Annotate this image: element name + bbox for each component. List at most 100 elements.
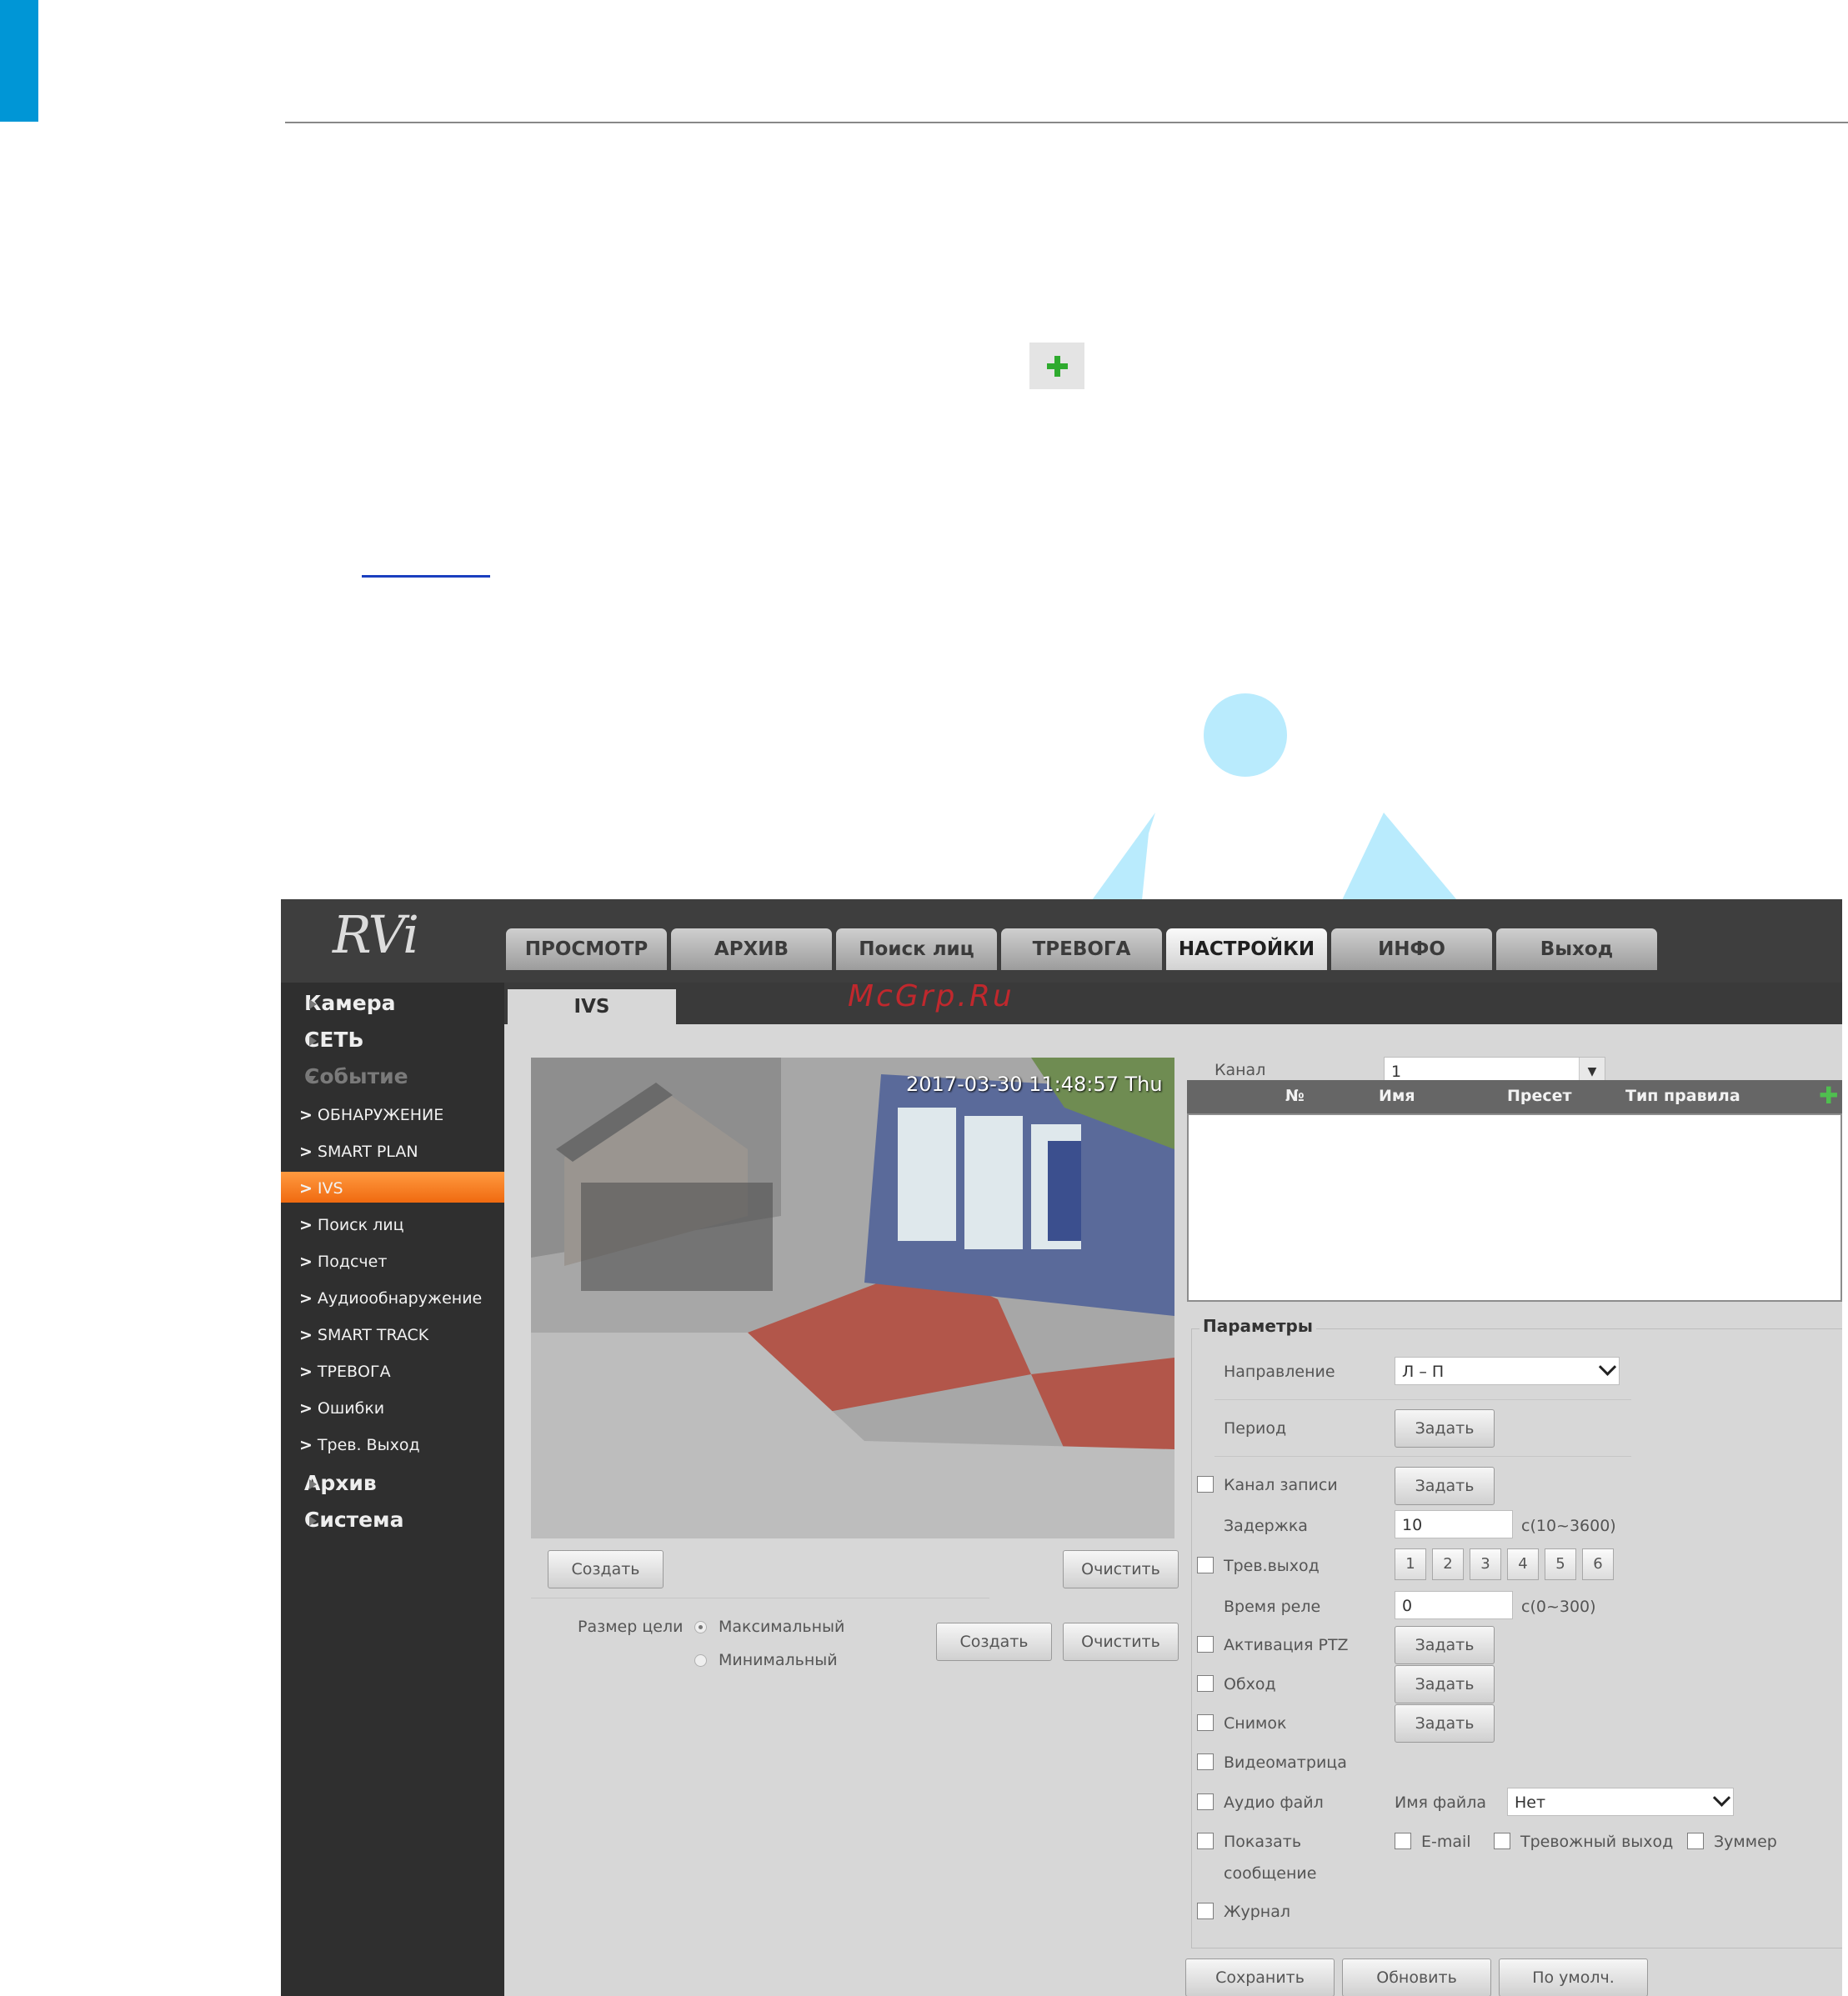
- chevron-right-icon: >: [299, 1106, 313, 1124]
- sidebar-network[interactable]: СЕТЬ: [304, 1028, 364, 1052]
- log-label: Журнал: [1224, 1903, 1290, 1921]
- alarm-out-1-button[interactable]: 1: [1395, 1548, 1426, 1580]
- clear-target-button[interactable]: Очистить: [1063, 1623, 1179, 1661]
- top-bar: RVi ПРОСМОТР АРХИВ Поиск лиц ТРЕВОГА НАС…: [281, 899, 1842, 983]
- column-preset: Пресет: [1507, 1087, 1572, 1105]
- channel-label: Канал: [1214, 1061, 1266, 1079]
- email-checkbox[interactable]: [1395, 1833, 1411, 1849]
- column-name: Имя: [1379, 1087, 1415, 1105]
- relay-time-range: с(0~300): [1521, 1598, 1596, 1616]
- sidebar-item-label: Подсчет: [317, 1253, 388, 1271]
- relay-time-input[interactable]: 0: [1395, 1591, 1513, 1619]
- sidebar-item-counting[interactable]: > Подсчет: [299, 1253, 387, 1271]
- sidebar-item-detection[interactable]: > ОБНАРУЖЕНИЕ: [299, 1106, 443, 1124]
- email-label: E-mail: [1421, 1833, 1471, 1851]
- rvi-logo: RVi: [333, 904, 419, 965]
- show-message-label-line2: сообщение: [1224, 1864, 1317, 1883]
- alarm-out-6-button[interactable]: 6: [1582, 1548, 1614, 1580]
- alarm-out-label: Трев.выход: [1224, 1557, 1320, 1575]
- sidebar-archive[interactable]: Архив: [304, 1471, 377, 1495]
- sidebar-item-label: IVS: [317, 1179, 343, 1198]
- sidebar: Камера СЕТЬ Событие > ОБНАРУЖЕНИЕ > SMART …: [281, 983, 504, 1996]
- video-preview[interactable]: 2017-03-30 11:48:57 Thu: [531, 1058, 1174, 1538]
- period-set-button[interactable]: Задать: [1395, 1409, 1495, 1448]
- nav-tab-face-search[interactable]: Поиск лиц: [836, 928, 997, 970]
- sidebar-camera-label: Камера: [304, 991, 396, 1015]
- show-message-checkbox[interactable]: [1197, 1833, 1214, 1849]
- record-channel-set-button[interactable]: Задать: [1395, 1467, 1495, 1505]
- camera-scene: [531, 1058, 1174, 1538]
- column-number: №: [1285, 1087, 1305, 1105]
- default-button[interactable]: По умолч.: [1499, 1958, 1648, 1996]
- chevron-right-icon: >: [299, 1179, 313, 1198]
- sidebar-item-label: SMART PLAN: [317, 1143, 418, 1161]
- alarm-out-3-button[interactable]: 3: [1470, 1548, 1501, 1580]
- chevron-right-icon: >: [299, 1216, 313, 1234]
- delay-input[interactable]: 10: [1395, 1510, 1513, 1538]
- sidebar-item-face-search[interactable]: > Поиск лиц: [299, 1216, 404, 1234]
- header-rule: [285, 122, 1848, 123]
- alarm-out-4-button[interactable]: 4: [1507, 1548, 1539, 1580]
- decorative-figure: [1092, 813, 1457, 900]
- alarm-out-checkbox[interactable]: [1197, 1557, 1214, 1573]
- file-name-label: Имя файла: [1395, 1793, 1487, 1812]
- expand-arrow-icon: [309, 1516, 317, 1526]
- sidebar-system[interactable]: Система: [304, 1508, 403, 1532]
- nav-tab-logout[interactable]: Выход: [1496, 928, 1657, 970]
- create-button[interactable]: Создать: [548, 1550, 664, 1588]
- chevron-right-icon: >: [299, 1289, 313, 1308]
- sidebar-system-label: Система: [304, 1508, 404, 1532]
- alarm-out-5-button[interactable]: 5: [1545, 1548, 1576, 1580]
- refresh-button[interactable]: Обновить: [1342, 1958, 1491, 1996]
- tour-checkbox[interactable]: [1197, 1675, 1214, 1692]
- divider: [1214, 1456, 1631, 1457]
- record-channel-label: Канал записи: [1224, 1476, 1338, 1494]
- audio-file-checkbox[interactable]: [1197, 1793, 1214, 1810]
- sidebar-event[interactable]: Событие: [304, 1064, 408, 1088]
- rules-table-header: № Имя Пресет Тип правила ✚: [1187, 1080, 1842, 1113]
- nav-tab-view[interactable]: ПРОСМОТР: [506, 928, 667, 970]
- expand-arrow-icon: [309, 1479, 317, 1489]
- log-checkbox[interactable]: [1197, 1903, 1214, 1919]
- sidebar-item-label: Аудиообнаружение: [317, 1289, 483, 1308]
- sidebar-item-audio-detection[interactable]: > Аудиообнаружение: [299, 1289, 482, 1308]
- alarm-output-checkbox[interactable]: [1494, 1833, 1510, 1849]
- video-matrix-checkbox[interactable]: [1197, 1753, 1214, 1770]
- sidebar-item-alarm[interactable]: > ТРЕВОГА: [299, 1363, 391, 1381]
- sidebar-item-errors[interactable]: > Ошибки: [299, 1399, 384, 1418]
- show-message-label: Показать: [1224, 1833, 1302, 1851]
- channel-value: 1: [1391, 1063, 1402, 1081]
- tour-set-button[interactable]: Задать: [1395, 1665, 1495, 1703]
- relay-time-label: Время реле: [1224, 1598, 1321, 1616]
- hyperlink-underline[interactable]: [362, 575, 490, 578]
- direction-select[interactable]: Л – П: [1395, 1357, 1620, 1385]
- chevron-down-icon: [1712, 1788, 1731, 1807]
- clear-button[interactable]: Очистить: [1063, 1550, 1179, 1588]
- sidebar-item-alarm-output[interactable]: > Трев. Выход: [299, 1436, 420, 1454]
- create-target-button[interactable]: Создать: [936, 1623, 1052, 1661]
- target-size-min-radio[interactable]: [694, 1654, 707, 1667]
- file-name-select[interactable]: Нет: [1507, 1788, 1734, 1816]
- sidebar-camera[interactable]: Камера: [304, 991, 395, 1015]
- page-accent-bar: [0, 0, 38, 122]
- nav-tab-archive[interactable]: АРХИВ: [671, 928, 832, 970]
- sidebar-item-smart-plan[interactable]: > SMART PLAN: [299, 1143, 418, 1161]
- ptz-set-button[interactable]: Задать: [1395, 1626, 1495, 1664]
- dvr-screenshot: RVi ПРОСМОТР АРХИВ Поиск лиц ТРЕВОГА НАС…: [281, 899, 1842, 1996]
- tab-ivs[interactable]: IVS: [508, 989, 676, 1024]
- nav-tab-alarm[interactable]: ТРЕВОГА: [1001, 928, 1162, 970]
- sidebar-item-ivs[interactable]: > IVS: [299, 1179, 343, 1198]
- add-rule-icon[interactable]: ✚: [1819, 1082, 1838, 1109]
- sidebar-item-smart-track[interactable]: > SMART TRACK: [299, 1326, 428, 1344]
- target-size-max-radio[interactable]: [694, 1621, 707, 1633]
- record-channel-checkbox[interactable]: [1197, 1476, 1214, 1493]
- save-button[interactable]: Сохранить: [1185, 1958, 1335, 1996]
- alarm-out-2-button[interactable]: 2: [1432, 1548, 1464, 1580]
- snapshot-set-button[interactable]: Задать: [1395, 1704, 1495, 1743]
- nav-tab-settings[interactable]: НАСТРОЙКИ: [1166, 928, 1327, 970]
- sidebar-item-label: SMART TRACK: [317, 1326, 429, 1344]
- ptz-checkbox[interactable]: [1197, 1636, 1214, 1653]
- snapshot-checkbox[interactable]: [1197, 1714, 1214, 1731]
- buzzer-checkbox[interactable]: [1687, 1833, 1704, 1849]
- nav-tab-info[interactable]: ИНФО: [1331, 928, 1492, 970]
